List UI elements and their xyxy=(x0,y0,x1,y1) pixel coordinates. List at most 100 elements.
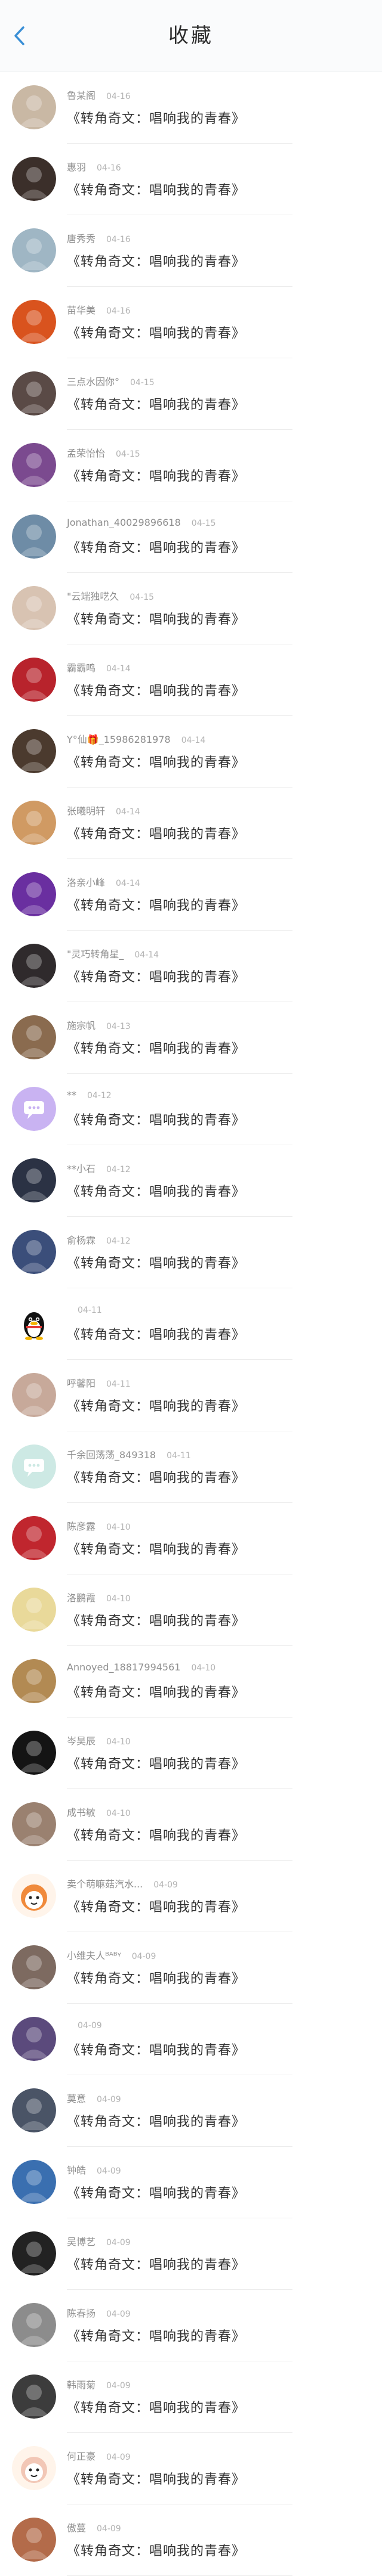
list-item[interactable]: 小维夫人ᴮᴬᴮᵞ 04-09 《转角奇文：唱响我的青春》 xyxy=(0,1932,382,2004)
user-name[interactable]: 岑昊辰 xyxy=(67,1735,96,1747)
list-item[interactable]: 04-11 《转角奇文：唱响我的青春》 xyxy=(0,1288,382,1360)
favorite-title-link[interactable]: 《转角奇文：唱响我的青春》 xyxy=(67,1467,245,1486)
favorite-title-link[interactable]: 《转角奇文：唱响我的青春》 xyxy=(67,2326,245,2345)
favorite-title-link[interactable]: 《转角奇文：唱响我的青春》 xyxy=(67,1181,245,1200)
list-item[interactable]: 何正豪 04-09 《转角奇文：唱响我的青春》 xyxy=(0,2433,382,2504)
user-name[interactable]: "云端独呓久 xyxy=(67,591,119,602)
avatar[interactable] xyxy=(12,1158,56,1202)
user-name[interactable]: 何正豪 xyxy=(67,2451,96,2462)
list-item[interactable]: ** 04-12 《转角奇文：唱响我的青春》 xyxy=(0,1074,382,1145)
avatar[interactable] xyxy=(12,1373,56,1417)
favorite-title-link[interactable]: 《转角奇文：唱响我的青春》 xyxy=(67,895,245,914)
favorite-title-link[interactable]: 《转角奇文：唱响我的青春》 xyxy=(67,1396,245,1415)
user-name[interactable]: 施宗帆 xyxy=(67,1020,96,1031)
avatar[interactable] xyxy=(12,157,56,201)
user-name[interactable]: 霸霸鸣 xyxy=(67,662,96,674)
favorite-title-link[interactable]: 《转角奇文：唱响我的青春》 xyxy=(67,1896,245,1915)
favorite-title-link[interactable]: 《转角奇文：唱响我的青春》 xyxy=(67,2183,245,2202)
list-item[interactable]: 苗华美 04-16 《转角奇文：唱响我的青春》 xyxy=(0,287,382,358)
favorite-title-link[interactable]: 《转角奇文：唱响我的青春》 xyxy=(67,823,245,842)
user-name[interactable]: 傲蔓 xyxy=(67,2522,86,2534)
favorite-title-link[interactable]: 《转角奇文：唱响我的青春》 xyxy=(67,2111,245,2130)
user-name[interactable]: 唐秀秀 xyxy=(67,233,96,244)
avatar[interactable] xyxy=(12,944,56,988)
list-item[interactable]: 三点水因你° 04-15 《转角奇文：唱响我的青春》 xyxy=(0,358,382,430)
user-name[interactable]: ** xyxy=(67,1089,76,1101)
favorite-title-link[interactable]: 《转角奇文：唱响我的青春》 xyxy=(67,2540,245,2559)
avatar[interactable] xyxy=(12,1230,56,1274)
favorite-title-link[interactable]: 《转角奇文：唱响我的青春》 xyxy=(67,1539,245,1558)
user-name[interactable]: 三点水因你° xyxy=(67,376,119,388)
favorite-title-link[interactable]: 《转角奇文：唱响我的青春》 xyxy=(67,251,245,270)
list-item[interactable]: 04-09 《转角奇文：唱响我的青春》 xyxy=(0,2004,382,2075)
avatar[interactable] xyxy=(12,2160,56,2204)
avatar[interactable] xyxy=(12,300,56,344)
favorite-title-link[interactable]: 《转角奇文：唱响我的青春》 xyxy=(67,752,245,771)
favorite-title-link[interactable]: 《转角奇文：唱响我的青春》 xyxy=(67,609,245,628)
avatar[interactable] xyxy=(12,228,56,272)
list-item[interactable]: 张曦明轩 04-14 《转角奇文：唱响我的青春》 xyxy=(0,788,382,859)
avatar[interactable] xyxy=(12,872,56,916)
list-item[interactable]: 唐秀秀 04-16 《转角奇文：唱响我的青春》 xyxy=(0,215,382,287)
avatar[interactable] xyxy=(12,1444,56,1489)
list-item[interactable]: 成书敏 04-10 《转角奇文：唱响我的青春》 xyxy=(0,1789,382,1861)
favorite-title-link[interactable]: 《转角奇文：唱响我的青春》 xyxy=(67,1753,245,1772)
user-name[interactable]: 俞杨霖 xyxy=(67,1235,96,1246)
list-item[interactable]: 陈春扬 04-09 《转角奇文：唱响我的青春》 xyxy=(0,2290,382,2361)
list-item[interactable]: 钟皓 04-09 《转角奇文：唱响我的青春》 xyxy=(0,2147,382,2218)
list-item[interactable]: 岑昊辰 04-10 《转角奇文：唱响我的青春》 xyxy=(0,1718,382,1789)
user-name[interactable]: 陈春扬 xyxy=(67,2308,96,2319)
favorite-title-link[interactable]: 《转角奇文：唱响我的青春》 xyxy=(67,1109,245,1129)
list-item[interactable]: **小石 04-12 《转角奇文：唱响我的青春》 xyxy=(0,1145,382,1217)
list-item[interactable]: Y°仙🎁_15986281978 04-14 《转角奇文：唱响我的青春》 xyxy=(0,716,382,788)
avatar[interactable] xyxy=(12,2446,56,2490)
avatar[interactable] xyxy=(12,1588,56,1632)
favorite-title-link[interactable]: 《转角奇文：唱响我的青春》 xyxy=(67,323,245,342)
avatar[interactable] xyxy=(12,2017,56,2061)
user-name[interactable]: 吴博艺 xyxy=(67,2236,96,2248)
avatar[interactable] xyxy=(12,1802,56,1846)
user-name[interactable]: Y°仙🎁_15986281978 xyxy=(67,734,171,745)
favorite-title-link[interactable]: 《转角奇文：唱响我的青春》 xyxy=(67,1038,245,1057)
avatar[interactable] xyxy=(12,1874,56,1918)
avatar[interactable] xyxy=(12,371,56,416)
avatar[interactable] xyxy=(12,1945,56,1989)
favorite-title-link[interactable]: 《转角奇文：唱响我的青春》 xyxy=(67,394,245,413)
favorite-title-link[interactable]: 《转角奇文：唱响我的青春》 xyxy=(67,2254,245,2273)
avatar[interactable] xyxy=(12,2088,56,2132)
avatar[interactable] xyxy=(12,586,56,630)
list-item[interactable]: Jonathan_40029896618 04-15 《转角奇文：唱响我的青春》 xyxy=(0,501,382,573)
avatar[interactable] xyxy=(12,2518,56,2562)
list-item[interactable]: 霸霸鸣 04-14 《转角奇文：唱响我的青春》 xyxy=(0,644,382,716)
favorite-title-link[interactable]: 《转角奇文：唱响我的青春》 xyxy=(67,537,245,556)
list-item[interactable]: 孟荣怡怡 04-15 《转角奇文：唱响我的青春》 xyxy=(0,430,382,501)
favorite-title-link[interactable]: 《转角奇文：唱响我的青春》 xyxy=(67,466,245,485)
list-item[interactable]: 傲蔓 04-09 《转角奇文：唱响我的青春》 xyxy=(0,2504,382,2576)
list-item[interactable]: 呼馨阳 04-11 《转角奇文：唱响我的青春》 xyxy=(0,1360,382,1431)
avatar[interactable] xyxy=(12,514,56,559)
list-item[interactable]: "云端独呓久 04-15 《转角奇文：唱响我的青春》 xyxy=(0,573,382,644)
user-name[interactable]: 卖个萌嘛菇汽水... xyxy=(67,1878,143,1890)
avatar[interactable] xyxy=(12,801,56,845)
user-name[interactable]: 孟荣怡怡 xyxy=(67,448,105,459)
avatar[interactable] xyxy=(12,85,56,129)
list-item[interactable]: 施宗帆 04-13 《转角奇文：唱响我的青春》 xyxy=(0,1002,382,1074)
favorite-title-link[interactable]: 《转角奇文：唱响我的青春》 xyxy=(67,1610,245,1629)
list-item[interactable]: 洛亲小峰 04-14 《转角奇文：唱响我的青春》 xyxy=(0,859,382,931)
avatar[interactable] xyxy=(12,2374,56,2419)
avatar[interactable] xyxy=(12,1301,56,1346)
user-name[interactable]: 韩雨菊 xyxy=(67,2379,96,2391)
list-item[interactable]: 惠羽 04-16 《转角奇文：唱响我的青春》 xyxy=(0,144,382,215)
user-name[interactable]: Annoyed_18817994561 xyxy=(67,1661,180,1673)
list-item[interactable]: "灵巧转角星_ 04-14 《转角奇文：唱响我的青春》 xyxy=(0,931,382,1002)
favorite-title-link[interactable]: 《转角奇文：唱响我的青春》 xyxy=(67,179,245,199)
avatar[interactable] xyxy=(12,443,56,487)
avatar[interactable] xyxy=(12,1659,56,1703)
list-item[interactable]: 吴博艺 04-09 《转角奇文：唱响我的青春》 xyxy=(0,2218,382,2290)
user-name[interactable]: 陈彦露 xyxy=(67,1521,96,1532)
avatar[interactable] xyxy=(12,1516,56,1560)
avatar[interactable] xyxy=(12,658,56,702)
favorite-title-link[interactable]: 《转角奇文：唱响我的青春》 xyxy=(67,1825,245,1844)
favorite-title-link[interactable]: 《转角奇文：唱响我的青春》 xyxy=(67,966,245,985)
user-name[interactable]: 张曦明轩 xyxy=(67,805,105,817)
